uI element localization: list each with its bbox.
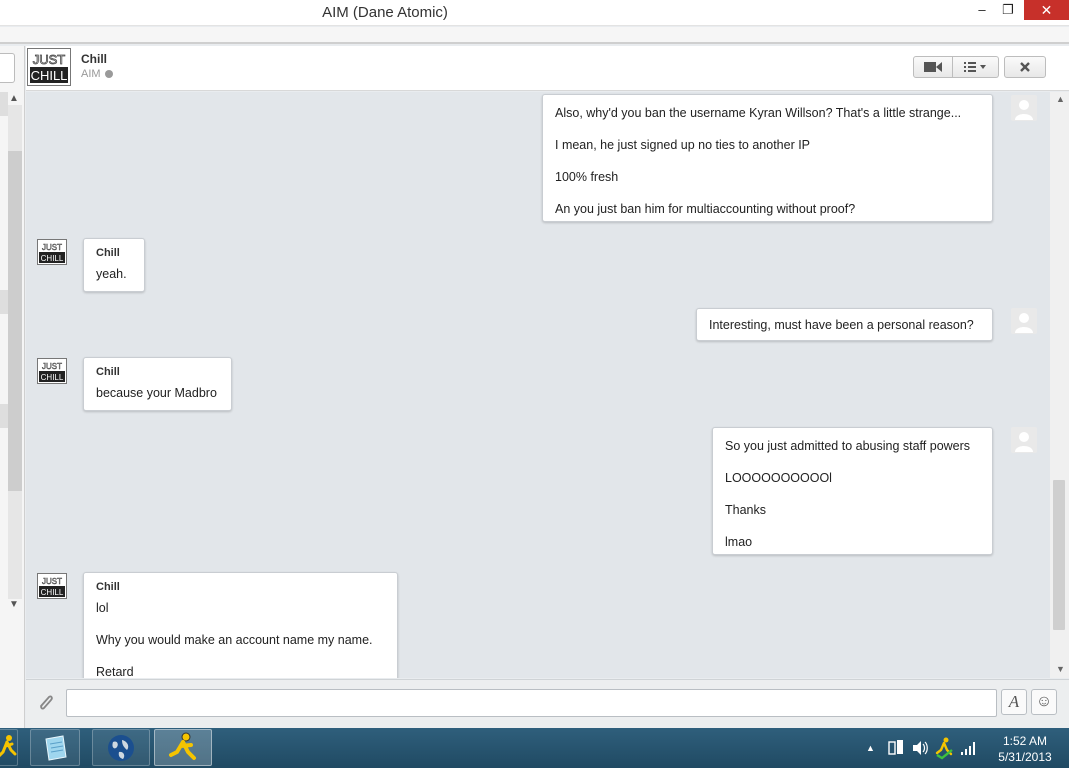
message-compose-area: A ☺ — [26, 679, 1069, 728]
scroll-up-icon[interactable]: ▲ — [1056, 94, 1065, 104]
just-chill-avatar-icon: JUST CHILL — [39, 362, 65, 382]
svg-text:JUST: JUST — [33, 52, 66, 67]
message-line: because your Madbro — [96, 386, 217, 400]
message-line: Thanks — [725, 503, 766, 517]
system-clock[interactable]: 1:52 AM 5/31/2013 — [985, 733, 1065, 765]
maximize-button[interactable]: ❐ — [996, 0, 1020, 20]
device-tray-icon[interactable] — [886, 728, 906, 768]
windows-taskbar: ▲ 1:52 AM 5/31/2013 — [0, 728, 1069, 768]
title-bar: AIM (Dane Atomic) – ❐ ✕ — [0, 0, 1069, 26]
message-line: lol — [96, 601, 109, 615]
running-man-icon — [0, 735, 17, 758]
taskbar-notepad-app[interactable] — [30, 729, 80, 766]
running-man-icon — [169, 732, 196, 760]
font-format-icon: A — [1008, 692, 1020, 711]
message-line: 100% fresh — [555, 170, 619, 184]
just-chill-avatar-icon: JUST CHILL — [30, 52, 68, 83]
person-silhouette-icon — [1015, 100, 1033, 120]
message-line: Interesting, must have been a personal r… — [709, 318, 974, 332]
message-bubble-incoming[interactable]: Chill lol Why you would make an account … — [83, 572, 398, 678]
message-bubble-outgoing[interactable]: So you just admitted to abusing staff po… — [712, 427, 993, 555]
status-offline-icon — [104, 70, 113, 78]
message-line: LOOOOOOOOOOl — [725, 471, 832, 485]
message-sender: Chill — [96, 366, 120, 378]
conversation-scroll-thumb[interactable] — [1053, 480, 1065, 630]
conversation-area[interactable]: Also, why'd you ban the username Kyran W… — [26, 92, 1050, 678]
message-bubble-outgoing[interactable]: Also, why'd you ban the username Kyran W… — [542, 94, 993, 222]
buddy-list-scrollbar[interactable]: ▲ ▼ — [0, 91, 24, 613]
message-line: Retard — [96, 665, 134, 678]
close-icon — [1020, 62, 1030, 72]
buddy-list-panel: ▲ ▼ — [0, 46, 25, 728]
clock-time: 1:52 AM — [1002, 734, 1048, 748]
scroll-up-icon[interactable]: ▲ — [9, 93, 19, 104]
globe-icon — [108, 735, 134, 761]
taskbar-running-man-app[interactable] — [0, 729, 18, 766]
self-avatar[interactable] — [1011, 308, 1037, 334]
network-signal-icon[interactable] — [958, 728, 978, 768]
svg-text:JUST: JUST — [42, 577, 62, 586]
chat-header: JUST CHILL Chill AIM — [26, 46, 1069, 91]
just-chill-avatar-icon: JUST CHILL — [39, 243, 65, 263]
chat-options-button[interactable] — [953, 56, 999, 78]
message-line: Why you would make an account name my na… — [96, 633, 373, 647]
minimize-button[interactable]: – — [970, 0, 994, 20]
close-chat-button[interactable] — [1004, 56, 1046, 78]
paperclip-icon — [40, 695, 53, 710]
buddy-search-input[interactable] — [0, 53, 15, 83]
video-camera-icon — [924, 62, 942, 72]
svg-text:CHILL: CHILL — [41, 254, 64, 263]
emoji-button[interactable]: ☺ — [1031, 689, 1057, 715]
svg-text:CHILL: CHILL — [41, 373, 64, 382]
svg-text:CHILL: CHILL — [41, 588, 64, 597]
message-bubble-incoming[interactable]: Chill because your Madbro — [83, 357, 232, 411]
attach-file-button[interactable] — [36, 692, 56, 714]
list-menu-icon — [963, 62, 986, 72]
video-call-button[interactable] — [913, 56, 953, 78]
contact-avatar-small[interactable]: JUST CHILL — [37, 239, 67, 265]
contact-avatar-small[interactable]: JUST CHILL — [37, 358, 67, 384]
scroll-down-icon[interactable]: ▼ — [9, 599, 19, 610]
message-line: lmao — [725, 535, 753, 549]
contact-avatar-small[interactable]: JUST CHILL — [37, 573, 67, 599]
menu-strip — [0, 27, 1069, 44]
running-man-icon[interactable] — [934, 728, 954, 768]
taskbar-aim-app[interactable] — [154, 729, 212, 766]
buddy-list-scroll-thumb[interactable] — [8, 151, 22, 491]
close-window-button[interactable]: ✕ — [1024, 0, 1069, 20]
volume-icon[interactable] — [910, 728, 930, 768]
message-input[interactable] — [66, 689, 997, 717]
svg-text:JUST: JUST — [42, 362, 62, 371]
message-line: An you just ban him for multiaccounting … — [555, 202, 856, 216]
self-avatar[interactable] — [1011, 95, 1037, 121]
clock-date: 5/31/2013 — [998, 750, 1052, 764]
window-title: AIM (Dane Atomic) — [322, 4, 448, 21]
font-format-button[interactable]: A — [1001, 689, 1027, 715]
contact-status: AIM — [81, 68, 113, 80]
svg-text:JUST: JUST — [42, 243, 62, 252]
contact-avatar[interactable]: JUST CHILL — [27, 48, 71, 86]
message-line: I mean, he just signed up no ties to ano… — [555, 138, 811, 152]
svg-text:CHILL: CHILL — [31, 68, 68, 83]
self-avatar[interactable] — [1011, 427, 1037, 453]
taskbar-browser-app[interactable] — [92, 729, 150, 766]
message-bubble-outgoing[interactable]: Interesting, must have been a personal r… — [696, 308, 993, 341]
just-chill-avatar-icon: JUST CHILL — [39, 577, 65, 597]
contact-name: Chill — [81, 52, 107, 66]
notepad-icon — [45, 735, 67, 761]
message-sender: Chill — [96, 581, 120, 593]
smiley-icon: ☺ — [1035, 693, 1053, 710]
conversation-scrollbar[interactable]: ▲ ▼ — [1050, 92, 1069, 678]
scroll-down-icon[interactable]: ▼ — [1056, 664, 1065, 674]
person-silhouette-icon — [1015, 313, 1033, 333]
person-silhouette-icon — [1015, 432, 1033, 452]
tray-expand-icon[interactable]: ▲ — [866, 728, 876, 768]
message-line: So you just admitted to abusing staff po… — [725, 439, 971, 453]
message-sender: Chill — [96, 247, 120, 259]
message-line: Also, why'd you ban the username Kyran W… — [555, 106, 962, 120]
message-line: yeah. — [96, 267, 127, 281]
message-bubble-incoming[interactable]: Chill yeah. — [83, 238, 145, 292]
